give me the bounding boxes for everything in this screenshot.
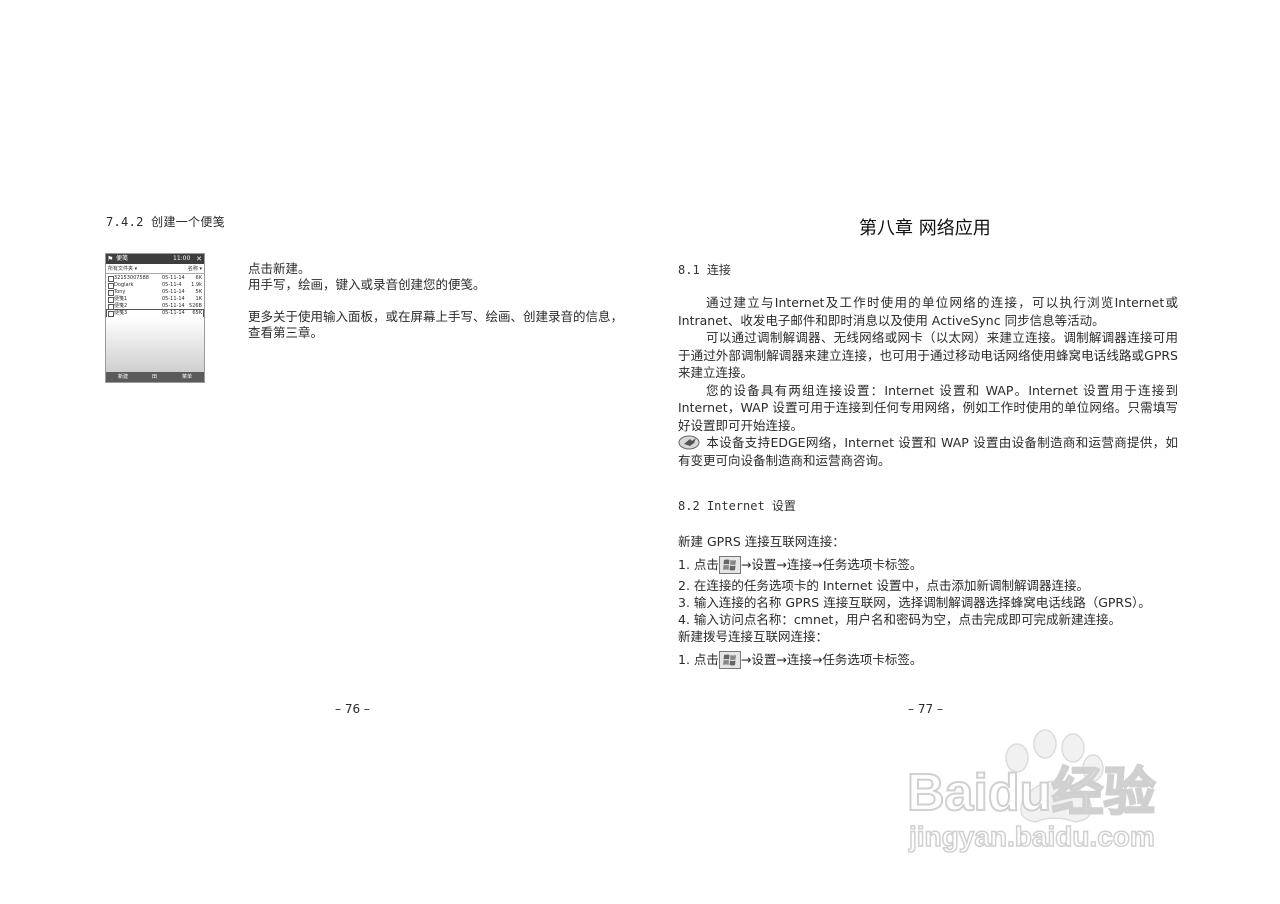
sort-dropdown: 名称 ▾ xyxy=(187,266,202,272)
watermark-brand: Baidu经验 xyxy=(907,764,1155,822)
note-text: 本设备支持EDGE网络，Internet 设置和 WAP 设置由设备制造商和运营… xyxy=(678,435,1178,468)
list-item-name: 便笺3 xyxy=(114,310,128,316)
list-item-size: 1.9k xyxy=(191,282,202,288)
list-item-name: 便笺1 xyxy=(114,296,128,302)
list-item-size: 65K xyxy=(192,310,202,316)
list-item-date: 05-11-14 xyxy=(162,289,185,295)
list-item-name: Tony xyxy=(114,289,126,295)
dial-step-1-prefix: 1. 点击 xyxy=(678,652,719,667)
list-item: Doglark 05-11-4 1.9k xyxy=(107,282,203,289)
section-heading-81: 8.1 连接 xyxy=(678,263,731,277)
step-1: 1. 点击 →设置→连接→任务选项卡标签。 xyxy=(678,556,1178,574)
list-item: 便笺1 05-11-14 1K xyxy=(107,296,203,303)
dial-intro: 新建拨号连接互联网连接： xyxy=(678,629,829,644)
device-new-label: 新建 xyxy=(118,374,129,380)
page-number-left: – 76 – xyxy=(335,702,370,716)
list-item-date: 05-11-14 xyxy=(162,303,185,309)
device-screenshot: ⚑ 便笺 11:00 ✕ 所有文件夹 ▾ 名称 ▾ 32153007588 05-… xyxy=(105,253,205,383)
watermark-url: jingyan.baidu.com xyxy=(908,821,1155,852)
close-icon: ✕ xyxy=(196,255,202,263)
device-empty-area xyxy=(106,317,204,372)
paragraph: 点击新建。 xyxy=(248,261,311,276)
chapter-title: 第八章 网络应用 xyxy=(859,218,991,239)
list-item: 32153007588 05-11-14 6K xyxy=(107,275,203,282)
gprs-intro: 新建 GPRS 连接互联网连接： xyxy=(678,534,845,549)
windows-logo-icon xyxy=(718,651,741,669)
windows-logo-icon xyxy=(718,556,741,574)
step-3: 3. 输入连接的名称 GPRS 连接互联网，选择调制解调器选择蜂窝电话线路（GP… xyxy=(678,595,1151,610)
list-item-date: 05-11-14 xyxy=(162,275,185,281)
list-item-size: 526B xyxy=(189,303,202,309)
section-heading-82: 8.2 Internet 设置 xyxy=(678,499,796,513)
list-item: 便笺3 05-11-14 65K xyxy=(106,309,204,318)
keyboard-icon: 田 xyxy=(152,374,158,380)
list-item-name: Doglark xyxy=(114,282,134,288)
list-item-date: 05-11-14 xyxy=(162,296,185,302)
baidu-jingyan-watermark: Baidu经验 jingyan.baidu.com xyxy=(906,729,1156,853)
paragraph: 可以通过调制解调器、无线网络或网卡（以太网）来建立连接。调制解调器连接可用于通过… xyxy=(678,330,1178,380)
list-item-size: 6K xyxy=(195,275,202,281)
device-filter-bar: 所有文件夹 ▾ 名称 ▾ xyxy=(106,265,204,274)
dial-step-1-suffix: →设置→连接→任务选项卡标签。 xyxy=(740,652,923,667)
list-item-size: 1K xyxy=(195,296,202,302)
steps-list: 新建 GPRS 连接互联网连接： 1. 点击 →设置→连接→任务选项卡标签。 2.… xyxy=(678,533,1178,669)
step-4: 4. 输入访问点名称：cmnet，用户名和密码为空，点击完成即可完成新建连接。 xyxy=(678,612,1121,627)
list-item-date: 05-11-4 xyxy=(162,282,182,288)
start-flag-icon: ⚑ xyxy=(107,255,114,263)
section-heading-742: 7.4.2 创建一个便笺 xyxy=(106,215,225,229)
device-clock: 11:00 xyxy=(173,255,191,262)
step-1-prefix: 1. 点击 xyxy=(678,557,719,572)
folder-filter: 所有文件夹 ▾ xyxy=(108,266,138,272)
device-menu-bar: 新建 田 菜单 xyxy=(106,372,204,382)
note-paragraph: 本设备支持EDGE网络，Internet 设置和 WAP 设置由设备制造商和运营… xyxy=(678,434,1178,469)
list-item-date: 05-11-14 xyxy=(162,310,185,316)
list-item-size: 5K xyxy=(195,289,202,295)
dial-step-1: 1. 点击 →设置→连接→任务选项卡标签。 xyxy=(678,651,1178,669)
note-pointer-icon xyxy=(678,435,700,450)
device-title: 便笺 xyxy=(116,255,129,262)
list-item-name: 便笺2 xyxy=(114,303,128,309)
right-body-text: 通过建立与Internet及工作时使用的单位网络的连接，可以执行浏览Intern… xyxy=(678,294,1178,469)
list-item: Tony 05-11-14 5K xyxy=(107,289,203,296)
page-number-right: – 77 – xyxy=(908,702,943,716)
list-item-name: 32153007588 xyxy=(114,275,149,281)
paragraph: 通过建立与Internet及工作时使用的单位网络的连接，可以执行浏览Intern… xyxy=(678,295,1178,328)
device-menu-label: 菜单 xyxy=(181,374,192,380)
paragraph: 更多关于使用输入面板，或在屏幕上手写、绘画、创建录音的信息， xyxy=(248,309,624,324)
paragraph: 用手写，绘画，键入或录音创建您的便笺。 xyxy=(248,277,486,292)
paragraph: 查看第三章。 xyxy=(248,325,324,340)
step-2: 2. 在连接的任务选项卡的 Internet 设置中，点击添加新调制解调器连接。 xyxy=(678,578,1089,593)
left-body-text: 点击新建。 用手写，绘画，键入或录音创建您的便笺。 更多关于使用输入面板，或在屏… xyxy=(248,261,628,341)
paragraph: 您的设备具有两组连接设置：Internet 设置和 WAP。Internet 设… xyxy=(678,382,1178,433)
device-title-bar: ⚑ 便笺 11:00 ✕ xyxy=(106,254,204,264)
list-item: 便笺2 05-11-14 526B xyxy=(107,303,203,310)
step-1-suffix: →设置→连接→任务选项卡标签。 xyxy=(740,557,923,572)
